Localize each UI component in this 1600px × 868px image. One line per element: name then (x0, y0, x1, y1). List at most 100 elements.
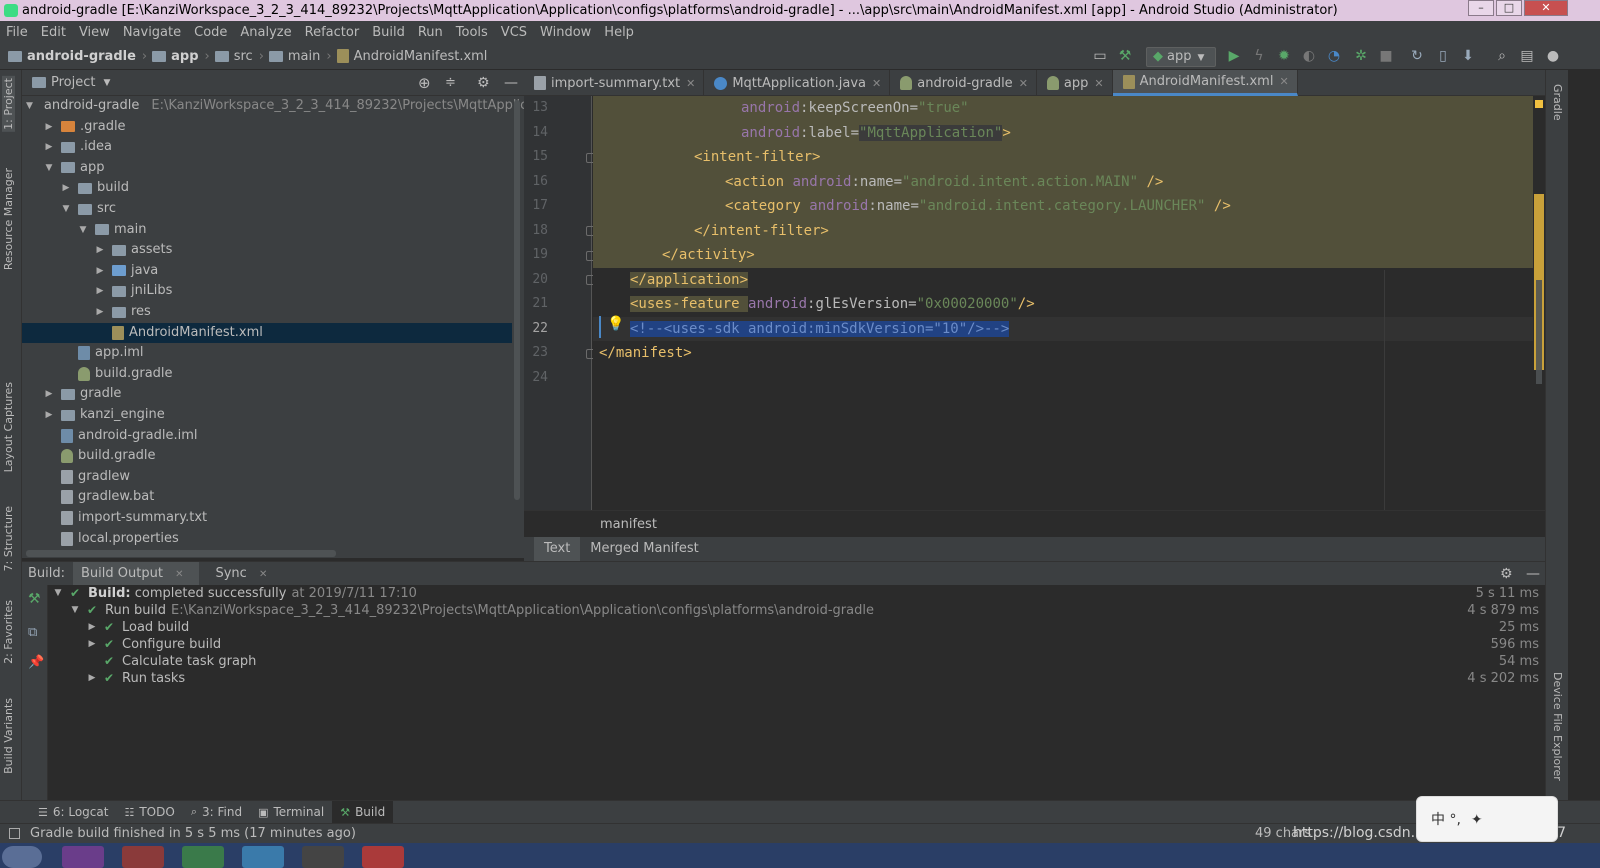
build-row-run-build[interactable]: ▼ ✔ Run build E:\KanziWorkspace_3_2_3_414_8… (48, 602, 1543, 619)
tree-node-app-iml[interactable]: app.iml (22, 343, 512, 363)
expand-arrow-icon[interactable]: ▶ (60, 178, 72, 198)
tab-android-gradle[interactable]: android-gradle ✕ (890, 70, 1037, 96)
close-icon[interactable]: ✕ (1019, 77, 1028, 90)
close-icon[interactable]: ✕ (175, 569, 183, 580)
expand-arrow-icon[interactable]: ▼ (52, 585, 64, 602)
stop-icon[interactable]: ■ (1378, 48, 1394, 64)
hammer-icon[interactable]: ⚒ (28, 591, 41, 607)
expand-arrow-icon[interactable]: ▶ (43, 405, 55, 425)
close-icon[interactable]: ✕ (1279, 75, 1288, 88)
expand-arrow-icon[interactable]: ▼ (43, 158, 55, 178)
breadcrumb-app[interactable]: app (152, 49, 199, 64)
make-project-icon[interactable]: ⚒ (1117, 48, 1133, 64)
coverage-icon[interactable]: ◐ (1301, 48, 1317, 64)
tab-mqttapplication-java[interactable]: MqttApplication.java ✕ (704, 70, 891, 96)
expand-arrow-icon[interactable]: ▶ (86, 619, 98, 636)
expand-arrow-icon[interactable]: ▼ (60, 199, 72, 219)
expand-arrow-icon[interactable]: ▶ (94, 240, 106, 260)
tab-androidmanifest[interactable]: AndroidManifest.xml ✕ (1112, 70, 1298, 96)
taskbar-app[interactable] (302, 846, 344, 868)
taskbar-app[interactable] (122, 846, 164, 868)
taskbar-app[interactable] (62, 846, 104, 868)
tree-node-android-gradle[interactable]: ▼ android-gradle E:\KanziWorkspace_3_2_3_4… (22, 96, 524, 116)
warning-marker-icon[interactable] (1535, 100, 1543, 108)
expand-arrow-icon[interactable]: ▼ (77, 220, 89, 240)
tab-import-summary[interactable]: import-summary.txt ✕ (524, 70, 705, 96)
menu-edit[interactable]: Edit (41, 25, 66, 40)
tree-node-android-gradle-iml[interactable]: android-gradle.iml (22, 426, 512, 446)
tree-node-app-build-gradle[interactable]: build.gradle (22, 364, 512, 384)
stripe-structure[interactable]: 7: Structure (2, 506, 15, 571)
menu-help[interactable]: Help (604, 25, 634, 40)
stripe-resource-manager[interactable]: Resource Manager (2, 168, 15, 270)
build-row-task-graph[interactable]: ✔ Calculate task graph 54 ms (48, 653, 1543, 670)
menu-code[interactable]: Code (194, 25, 227, 40)
collapse-all-icon[interactable]: ≑ (445, 75, 456, 90)
tree-node-kanzi-engine[interactable]: ▶ kanzi_engine (22, 405, 512, 425)
hide-icon[interactable]: — (504, 75, 518, 91)
tab-app[interactable]: app ✕ (1037, 70, 1113, 96)
menu-window[interactable]: Window (540, 25, 591, 40)
start-button[interactable] (2, 846, 42, 868)
tree-node-gradle[interactable]: ▶ gradle (22, 384, 512, 404)
tree-node-androidmanifest[interactable]: AndroidManifest.xml (22, 322, 512, 343)
build-row-configure-build[interactable]: ▶ ✔ Configure build 596 ms (48, 636, 1543, 653)
tree-node-src[interactable]: ▼ src (22, 199, 512, 219)
tree-node-app[interactable]: ▼ app (22, 158, 512, 178)
profile-icon[interactable]: ◔ (1326, 48, 1342, 64)
sdk-manager-icon[interactable]: ⬇ (1460, 48, 1476, 64)
breadcrumb-src[interactable]: src (214, 49, 253, 64)
build-row-load-build[interactable]: ▶ ✔ Load build 25 ms (48, 619, 1543, 636)
tool-build[interactable]: ⚒ Build (332, 800, 394, 824)
menu-refactor[interactable]: Refactor (305, 25, 360, 40)
stripe-device-file-explorer[interactable]: Device File Explorer (1551, 672, 1564, 781)
ime-widget[interactable]: 中 °, ✦ (1416, 796, 1558, 842)
close-icon[interactable]: ✕ (872, 77, 881, 90)
tree-node-local-properties[interactable]: local.properties (22, 529, 512, 549)
tree-node-import-summary[interactable]: import-summary.txt (22, 508, 512, 528)
tree-node-gradlew-bat[interactable]: gradlew.bat (22, 487, 512, 507)
tree-node-dot-gradle[interactable]: ▶ .gradle (22, 117, 512, 137)
tab-sync[interactable]: Sync ✕ (207, 562, 283, 586)
tool-terminal[interactable]: ▣ Terminal (250, 801, 332, 824)
code-editor[interactable]: android:keepScreenOn="true" android:labe… (593, 96, 1533, 510)
stripe-layout-captures[interactable]: Layout Captures (2, 382, 15, 472)
taskbar-app[interactable] (182, 846, 224, 868)
menu-run[interactable]: Run (418, 25, 443, 40)
account-icon[interactable]: ● (1545, 48, 1561, 64)
expand-arrow-icon[interactable]: ▶ (43, 384, 55, 404)
gear-icon[interactable]: ⚙ (477, 75, 490, 91)
breadcrumb-project[interactable]: android-gradle (8, 49, 136, 64)
project-view-select[interactable]: Project (51, 75, 95, 90)
menu-view[interactable]: View (79, 25, 110, 40)
breadcrumb-manifest[interactable]: manifest (600, 517, 657, 532)
layout-icon[interactable]: ▭ (1092, 48, 1108, 64)
avd-manager-icon[interactable]: ▯ (1435, 48, 1451, 64)
expand-arrow-icon[interactable]: ▶ (86, 636, 98, 653)
stripe-gradle[interactable]: Gradle (1551, 84, 1564, 121)
tree-node-jnilibs[interactable]: ▶ jniLibs (22, 281, 512, 301)
toggle-view-icon[interactable]: ⧉ (28, 625, 37, 640)
maximize-button[interactable]: □ (1496, 0, 1522, 16)
taskbar-app[interactable] (362, 846, 404, 868)
menu-vcs[interactable]: VCS (501, 25, 527, 40)
tab-text[interactable]: Text (534, 537, 581, 561)
status-toggle-icon[interactable] (9, 828, 20, 839)
tree-node-java[interactable]: ▶ java (22, 261, 512, 281)
sync-gradle-icon[interactable]: ↻ (1409, 48, 1425, 64)
search-icon[interactable]: ⌕ (1494, 48, 1510, 64)
expand-arrow-icon[interactable]: ▶ (94, 302, 106, 322)
gear-icon[interactable]: ⚙ (1500, 566, 1513, 582)
tree-node-res[interactable]: ▶ res (22, 302, 512, 322)
intention-bulb-icon[interactable]: 💡 (607, 316, 624, 332)
expand-arrow-icon[interactable]: ▶ (94, 281, 106, 301)
pin-icon[interactable]: 📌 (28, 655, 44, 670)
tree-horizontal-scrollbar[interactable] (26, 550, 336, 557)
close-icon[interactable]: ✕ (259, 569, 267, 580)
build-row-root[interactable]: ▼ ✔ Build: completed successfully at 2019/7… (48, 585, 1543, 602)
close-icon[interactable]: ✕ (1094, 77, 1103, 90)
close-icon[interactable]: ✕ (686, 77, 695, 90)
tree-node-main[interactable]: ▼ main (22, 220, 512, 240)
hide-icon[interactable]: — (1526, 566, 1540, 582)
expand-arrow-icon[interactable]: ▶ (86, 670, 98, 687)
